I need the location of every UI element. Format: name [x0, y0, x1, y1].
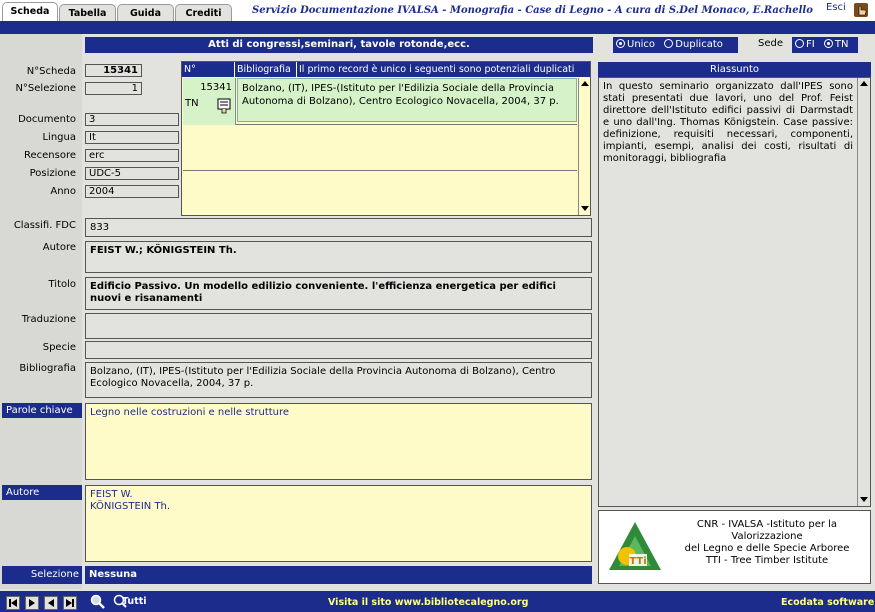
titolo-field[interactable]: Edificio Passivo. Un modello edilizio co…	[85, 277, 592, 310]
bibliografia-label: Bibliografia	[19, 363, 76, 374]
riassunto-text: In questo seminario organizzato dall'IPE…	[603, 81, 853, 164]
specie-field[interactable]	[85, 341, 592, 359]
tab-scheda[interactable]: Scheda	[2, 2, 58, 22]
traduzione-field[interactable]	[85, 313, 592, 339]
riassunto-header: Riassunto	[598, 62, 871, 77]
sede-label: Sede	[758, 38, 783, 49]
nselezione-label: N°Selezione	[15, 83, 76, 94]
search-icon[interactable]	[90, 594, 106, 610]
autore-list-field[interactable]: FEIST W. KÖNIGSTEIN Th.	[85, 485, 592, 562]
portal-row-empty[interactable]	[183, 126, 577, 171]
classif-label: Classifi. FDC	[13, 220, 76, 231]
previous-record-icon[interactable]	[25, 596, 39, 610]
nscheda-field[interactable]: 15341	[85, 64, 142, 77]
tab-guida[interactable]: Guida	[117, 4, 174, 22]
tti-logo-icon: TTi	[605, 518, 665, 574]
lingua-field[interactable]: It	[85, 131, 179, 144]
app-title: Servizio Documentazione IVALSA - Monogra…	[252, 5, 813, 16]
riassunto-box[interactable]: In questo seminario organizzato dall'IPE…	[598, 77, 871, 507]
exit-label[interactable]: Esci	[826, 2, 846, 13]
nscheda-label: N°Scheda	[26, 66, 76, 77]
recensore-label: Recensore	[23, 150, 76, 161]
record-type-bar: Atti di congressi,seminari, tavole roton…	[85, 37, 593, 53]
exit-hand-icon[interactable]	[853, 2, 869, 18]
logo-text: TTi	[629, 556, 646, 567]
traduzione-label: Traduzione	[21, 314, 76, 325]
first-record-icon[interactable]	[6, 596, 20, 610]
last-record-icon[interactable]	[63, 596, 77, 610]
posizione-field[interactable]: UDC-5	[85, 167, 179, 180]
portal-header-num: N°	[182, 62, 235, 77]
parole-chiave-header: Parole chiave	[2, 403, 82, 418]
specie-label: Specie	[42, 342, 76, 353]
radio-duplicato-label: Duplicato	[675, 39, 723, 50]
uniqueness-selector: Unico Duplicato	[613, 37, 738, 53]
radio-fi-label: FI	[806, 39, 815, 50]
website-link[interactable]: Visita il sito www.bibliotecalegno.org	[328, 597, 528, 608]
institute-line: del Legno e delle Specie Arboree	[684, 543, 850, 554]
scroll-down-icon[interactable]	[581, 206, 589, 211]
parole-chiave-field[interactable]: Legno nelle costruzioni e nelle struttur…	[85, 403, 592, 480]
riassunto-scrollbar[interactable]	[857, 78, 870, 506]
documento-field[interactable]: 3	[85, 113, 179, 126]
radio-selected-icon	[823, 39, 833, 48]
portal-row-sede: TN	[185, 98, 199, 109]
portal-row-num: 15341	[200, 82, 232, 93]
institute-box: TTi CNR - IVALSA -Istituto per la Valori…	[598, 510, 871, 584]
next-record-icon[interactable]	[44, 596, 58, 610]
autore-field[interactable]: FEIST W.; KÖNIGSTEIN Th.	[85, 241, 592, 273]
radio-tn-label: TN	[834, 39, 849, 50]
portal-scrollbar[interactable]	[578, 78, 590, 215]
autore-list-header: Autore	[2, 485, 82, 500]
classif-field[interactable]: 833	[85, 218, 592, 237]
portal-header-bibliografia: Bibliografia	[235, 62, 297, 77]
lingua-label: Lingua	[42, 132, 76, 143]
radio-unselected-icon	[795, 39, 804, 48]
portal-row[interactable]: 15341 TN Bolzano, (IT), IPES-(Istituto p…	[183, 78, 577, 125]
duplicates-portal: N° Bibliografia Il primo record è unico …	[181, 61, 591, 216]
scroll-up-icon[interactable]	[581, 81, 589, 86]
radio-selected-icon	[616, 39, 625, 48]
scroll-up-icon[interactable]	[860, 81, 868, 86]
portal-row-bibliografia: Bolzano, (IT), IPES-(Istituto per l'Edil…	[237, 78, 577, 122]
selezione-label: Selezione	[2, 566, 82, 584]
recensore-field[interactable]: erc	[85, 149, 179, 162]
selezione-value: Nessuna	[85, 566, 592, 584]
posizione-label: Posizione	[29, 168, 76, 179]
anno-label: Anno	[50, 186, 76, 197]
scroll-down-icon[interactable]	[860, 497, 868, 502]
anno-field[interactable]: 2004	[85, 185, 179, 198]
sede-selector: FI TN	[792, 37, 858, 53]
documento-label: Documento	[18, 114, 76, 125]
portal-row-empty[interactable]	[183, 172, 577, 215]
institute-line: CNR - IVALSA -Istituto per la Valorizzaz…	[696, 519, 838, 542]
radio-unico-label: Unico	[627, 39, 656, 50]
institute-line: TTI - Tree Timber Istitute	[705, 555, 829, 566]
tab-crediti[interactable]: Crediti	[175, 4, 232, 22]
open-record-icon[interactable]	[217, 98, 231, 114]
autore-list-item: FEIST W.	[90, 489, 133, 500]
nselezione-field[interactable]: 1	[85, 82, 142, 95]
tab-tabella[interactable]: Tabella	[59, 4, 116, 22]
titolo-label: Titolo	[48, 279, 76, 290]
autore-list-item: KÖNIGSTEIN Th.	[90, 501, 171, 512]
portal-header-note: Il primo record è unico i seguenti sono …	[297, 62, 590, 77]
portal-row-num-cell: 15341 TN	[183, 78, 236, 125]
bibliografia-field[interactable]: Bolzano, (IT), IPES-(Istituto per l'Edil…	[85, 362, 592, 398]
radio-tn[interactable]: TN	[823, 39, 849, 50]
radio-fi[interactable]: FI	[795, 39, 815, 50]
institute-name: CNR - IVALSA -Istituto per la Valorizzaz…	[669, 519, 865, 567]
vendor-label: Ecodata software	[781, 597, 875, 608]
radio-unico[interactable]: Unico	[616, 39, 655, 50]
show-all-label[interactable]: Tutti	[122, 596, 147, 607]
radio-unselected-icon	[664, 39, 674, 48]
autore-label: Autore	[42, 242, 76, 253]
radio-duplicato[interactable]: Duplicato	[664, 39, 723, 50]
header-band	[0, 21, 875, 34]
